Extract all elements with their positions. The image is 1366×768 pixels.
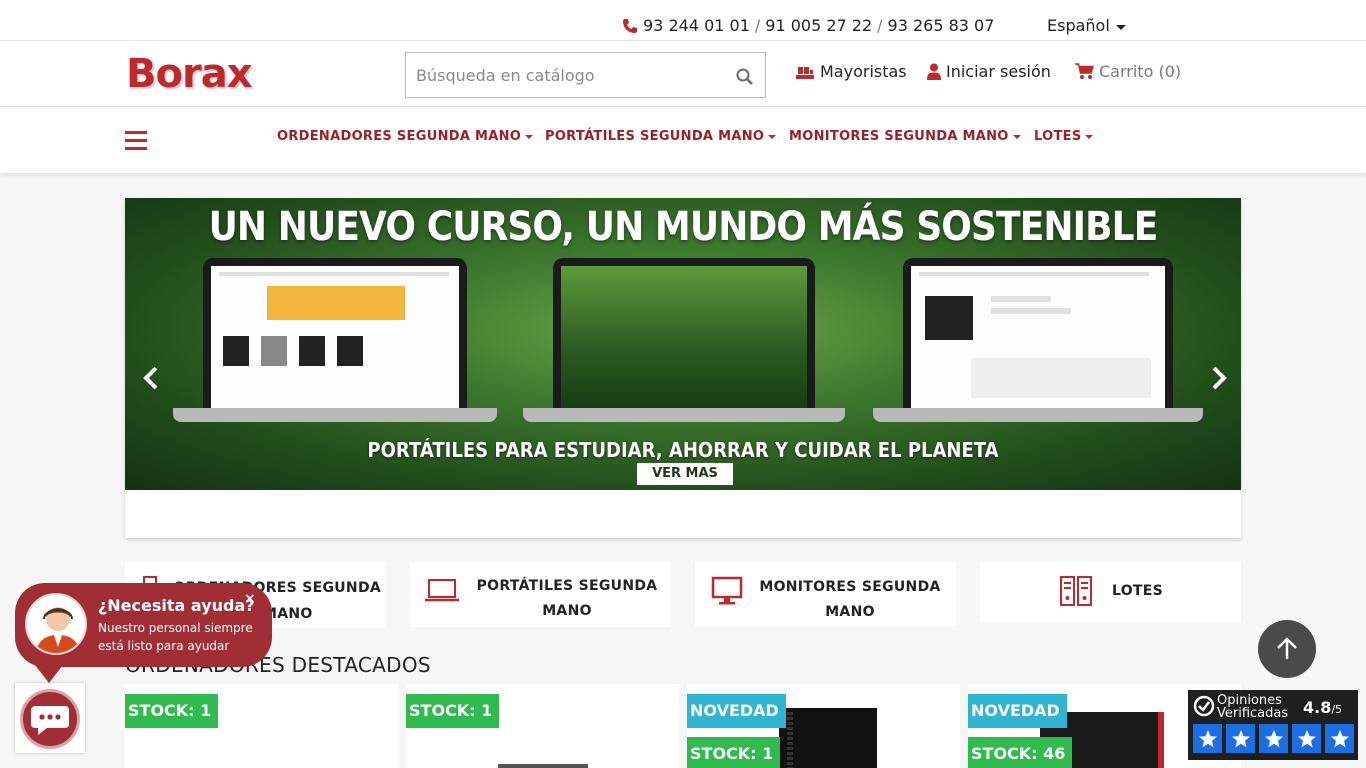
nav-item-label: MONITORES SEGUNDA MANO <box>789 129 1009 144</box>
stock-badge: STOCK: 46 <box>968 737 1073 768</box>
main-navigation: ORDENADORES SEGUNDA MANO PORTÁTILES SEGU… <box>0 107 1366 173</box>
reviews-brand: Opiniones Verificadas <box>1217 693 1289 721</box>
star-icon <box>1259 724 1288 753</box>
arrow-up-icon <box>1277 637 1297 659</box>
nav-item-lotes[interactable]: LOTES <box>1034 129 1094 144</box>
close-icon[interactable]: × <box>244 591 256 607</box>
star-icon <box>1193 724 1222 753</box>
logo[interactable]: Borax <box>126 52 252 96</box>
hamburger-menu-icon[interactable] <box>125 131 147 151</box>
login-link[interactable]: Iniciar sesión <box>927 62 1051 81</box>
header: Borax Mayoristas Iniciar sesión Carrito … <box>0 41 1366 107</box>
cart-icon <box>1075 63 1094 79</box>
phone-link-2[interactable]: 91 005 27 22 <box>765 16 872 35</box>
user-icon <box>927 63 941 80</box>
banner-subtitle: PORTÁTILES PARA ESTUDIAR, AHORRAR Y CUID… <box>367 438 999 462</box>
phone-separator: / <box>877 16 883 35</box>
cart-link[interactable]: Carrito (0) <box>1075 62 1181 81</box>
product-card[interactable]: NOVEDAD STOCK: 1 <box>687 684 960 768</box>
product-image <box>779 708 877 768</box>
caret-down-icon <box>1115 24 1126 30</box>
laptop-icon <box>425 579 459 602</box>
star-icon <box>1292 724 1321 753</box>
ver-mas-button[interactable]: VER MAS <box>637 463 733 485</box>
laptop-image <box>873 258 1203 422</box>
caret-down-icon <box>1012 134 1021 139</box>
top-bar: 93 244 01 01 / 91 005 27 22 / 93 265 83 … <box>0 0 1366 41</box>
chat-title: ¿Necesita ayuda? <box>98 596 255 615</box>
nav-item-label: ORDENADORES SEGUNDA MANO <box>277 129 522 144</box>
chevron-right-icon[interactable] <box>1209 364 1229 392</box>
server-rack-icon <box>1060 576 1092 606</box>
laptop-image <box>173 258 497 422</box>
phone-icon <box>623 18 637 33</box>
category-label: MONITORES SEGUNDA MANO <box>759 579 941 620</box>
verified-check-icon <box>1193 695 1215 717</box>
product-image <box>498 764 588 768</box>
nav-item-label: LOTES <box>1034 129 1082 144</box>
star-icon <box>1325 724 1354 753</box>
chat-help-popup[interactable]: ¿Necesita ayuda? Nuestro personal siempr… <box>15 583 272 667</box>
back-to-top-button[interactable] <box>1258 620 1316 678</box>
star-icon <box>1226 724 1255 753</box>
mayoristas-label: Mayoristas <box>820 62 907 81</box>
language-selector[interactable]: Español <box>1047 16 1126 35</box>
reviews-widget[interactable]: Opiniones Verificadas 4.8/5 <box>1188 690 1358 760</box>
cart-label: Carrito (0) <box>1099 62 1182 81</box>
search-box <box>405 52 766 98</box>
category-label: ORDENADORES SEGUNDA MANO <box>173 580 381 622</box>
category-label: PORTÁTILES SEGUNDA MANO <box>476 578 658 619</box>
category-lotes[interactable]: LOTES <box>980 562 1241 622</box>
login-label: Iniciar sesión <box>946 62 1051 81</box>
reviews-score: 4.8/5 <box>1303 698 1343 717</box>
search-icon[interactable] <box>735 67 755 87</box>
caret-down-icon <box>768 134 777 139</box>
search-input[interactable] <box>416 64 716 86</box>
monitor-icon <box>711 576 743 605</box>
phone-link-1[interactable]: 93 244 01 01 <box>643 16 750 35</box>
rating-stars <box>1193 724 1358 753</box>
phone-separator: / <box>754 16 761 35</box>
laptop-image <box>523 258 845 422</box>
caret-down-icon <box>525 134 534 139</box>
warehouse-icon <box>796 66 814 79</box>
nav-item-monitores[interactable]: MONITORES SEGUNDA MANO <box>789 129 1021 144</box>
stock-badge: STOCK: 1 <box>406 694 500 728</box>
chat-message: Nuestro personal siempre está listo para… <box>98 621 253 653</box>
nav-item-label: PORTÁTILES SEGUNDA MANO <box>545 129 765 144</box>
chat-launcher[interactable] <box>15 683 85 753</box>
phone-numbers: 93 244 01 01 / 91 005 27 22 / 93 265 83 … <box>622 16 994 35</box>
product-card[interactable]: STOCK: 1 <box>406 684 679 768</box>
nav-item-portatiles[interactable]: PORTÁTILES SEGUNDA MANO <box>545 129 777 144</box>
banner-slide[interactable]: UN NUEVO CURSO, UN MUNDO MÁS SOSTENIBLE <box>125 198 1241 490</box>
chevron-left-icon[interactable] <box>141 364 161 392</box>
phone-link-3[interactable]: 93 265 83 07 <box>888 16 995 35</box>
novedad-badge: NOVEDAD <box>687 694 786 728</box>
product-card[interactable]: STOCK: 1 <box>125 684 398 768</box>
banner-carousel: UN NUEVO CURSO, UN MUNDO MÁS SOSTENIBLE <box>125 198 1241 538</box>
banner-title: UN NUEVO CURSO, UN MUNDO MÁS SOSTENIBLE <box>208 204 1159 250</box>
nav-item-ordenadores[interactable]: ORDENADORES SEGUNDA MANO <box>277 129 534 144</box>
category-label: LOTES <box>1112 583 1164 599</box>
chat-bubble-icon <box>20 689 80 749</box>
support-agent-avatar <box>25 593 87 655</box>
language-label: Español <box>1047 16 1110 35</box>
mayoristas-link[interactable]: Mayoristas <box>795 62 907 81</box>
chat-popup-tail <box>35 665 63 683</box>
category-monitores[interactable]: MONITORES SEGUNDA MANO <box>695 562 956 626</box>
novedad-badge: NOVEDAD <box>968 694 1067 728</box>
category-portatiles[interactable]: PORTÁTILES SEGUNDA MANO <box>410 562 671 627</box>
stock-badge: STOCK: 1 <box>125 694 219 728</box>
caret-down-icon <box>1085 134 1094 139</box>
stock-badge: STOCK: 1 <box>687 737 781 768</box>
